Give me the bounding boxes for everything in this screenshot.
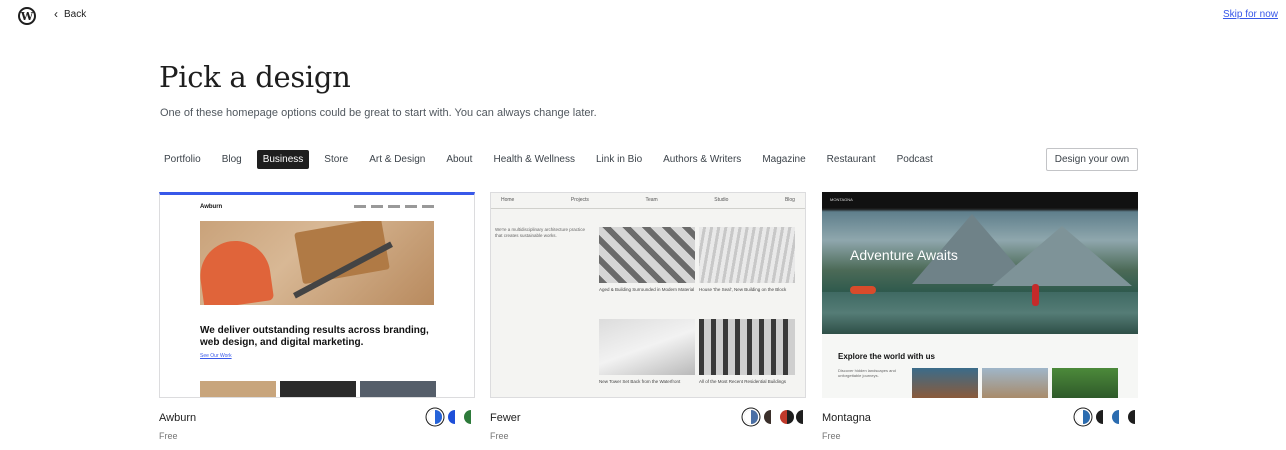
- preview-hero-image: [200, 221, 434, 305]
- category-tabs: Portfolio Blog Business Store Art & Desi…: [158, 148, 948, 170]
- tab-about[interactable]: About: [440, 150, 478, 169]
- tab-business[interactable]: Business: [256, 149, 310, 169]
- style-variations-fewer: [744, 410, 810, 424]
- design-price-awburn: Free: [159, 431, 178, 441]
- style-swatch[interactable]: [780, 410, 794, 424]
- preview-caption: New Tower Set Back from the Waterfront: [599, 379, 681, 384]
- tab-art-design[interactable]: Art & Design: [363, 150, 431, 169]
- preview-caption: All of the Most Recent Residential Build…: [699, 379, 787, 384]
- design-price-montagna: Free: [822, 431, 841, 441]
- preview-hero-title: Adventure Awaits: [850, 247, 958, 263]
- style-swatch[interactable]: [428, 410, 442, 424]
- preview-image: [599, 227, 695, 283]
- preview-nav-item: Projects: [570, 197, 589, 203]
- preview-image: [699, 227, 795, 283]
- preview-image: [699, 319, 795, 375]
- style-swatch[interactable]: [1112, 410, 1126, 424]
- preview-thumbnail: [982, 368, 1048, 398]
- tab-store[interactable]: Store: [318, 150, 354, 169]
- design-card-fewer[interactable]: Home Projects Team Studio Blog We're a m…: [490, 192, 806, 398]
- back-label: Back: [64, 8, 87, 20]
- tab-podcast[interactable]: Podcast: [891, 150, 939, 169]
- style-variations-montagna: [1076, 410, 1142, 424]
- preview-link: See Our Work: [200, 353, 232, 359]
- style-swatch[interactable]: [764, 410, 778, 424]
- style-swatch[interactable]: [464, 410, 478, 424]
- preview-nav-item: Home: [501, 197, 515, 203]
- design-your-own-button[interactable]: Design your own: [1046, 148, 1138, 171]
- preview-hero-button: [850, 286, 876, 294]
- preview-nav-links: [354, 205, 434, 208]
- tab-link-in-bio[interactable]: Link in Bio: [590, 150, 648, 169]
- back-button[interactable]: ‹ Back: [54, 8, 86, 20]
- preview-thumbnail: [360, 381, 436, 397]
- preview-nav-item: Team: [645, 197, 658, 203]
- preview-caption: Aged & Building Surrounded in Modern Mat…: [599, 287, 695, 292]
- preview-thumbnail: [200, 381, 276, 397]
- design-price-fewer: Free: [490, 431, 509, 441]
- preview-nav: Home Projects Team Studio Blog: [491, 193, 805, 209]
- style-swatch[interactable]: [1076, 410, 1090, 424]
- design-name-montagna: Montagna: [822, 412, 871, 424]
- preview-thumbnail: [280, 381, 356, 397]
- style-swatch[interactable]: [744, 410, 758, 424]
- preview-section-text: Discover hidden landscapes and unforgett…: [838, 368, 896, 378]
- style-swatch[interactable]: [1096, 410, 1110, 424]
- tab-authors-writers[interactable]: Authors & Writers: [657, 150, 747, 169]
- page-subtitle: One of these homepage options could be g…: [160, 107, 597, 119]
- preview-nav-item: Blog: [784, 197, 795, 203]
- design-card-montagna[interactable]: MONTAGNA Adventure Awaits Explore the wo…: [822, 192, 1138, 398]
- preview-nav-item: Studio: [714, 197, 729, 203]
- style-swatch[interactable]: [448, 410, 462, 424]
- preview-section-title: Explore the world with us: [838, 352, 935, 361]
- preview-thumbnail: [912, 368, 978, 398]
- wordpress-logo-icon[interactable]: W: [18, 7, 36, 25]
- preview-brand: MONTAGNA: [822, 192, 1138, 208]
- preview-thumbnail: [1052, 368, 1118, 398]
- tab-magazine[interactable]: Magazine: [756, 150, 811, 169]
- skip-for-now-link[interactable]: Skip for now: [1223, 9, 1278, 20]
- preview-hero-image: MONTAGNA Adventure Awaits: [822, 192, 1138, 334]
- style-variations-awburn: [428, 410, 478, 424]
- design-name-awburn: Awburn: [159, 412, 197, 424]
- tab-restaurant[interactable]: Restaurant: [821, 150, 882, 169]
- preview-description: We're a multidisciplinary architecture p…: [495, 227, 586, 238]
- design-name-fewer: Fewer: [490, 412, 521, 424]
- tab-blog[interactable]: Blog: [216, 150, 248, 169]
- preview-brand: Awburn: [200, 204, 223, 210]
- style-swatch[interactable]: [1128, 410, 1142, 424]
- tab-health-wellness[interactable]: Health & Wellness: [487, 150, 581, 169]
- tab-portfolio[interactable]: Portfolio: [158, 150, 207, 169]
- page-title: Pick a design: [159, 60, 351, 94]
- chevron-left-icon: ‹: [54, 7, 58, 21]
- style-swatch[interactable]: [796, 410, 810, 424]
- preview-image: [599, 319, 695, 375]
- preview-headline: We deliver outstanding results across br…: [200, 325, 429, 348]
- preview-caption: House 'the Seal', New Building on the Bl…: [699, 287, 787, 292]
- design-card-awburn[interactable]: Awburn We deliver outstanding results ac…: [159, 192, 475, 398]
